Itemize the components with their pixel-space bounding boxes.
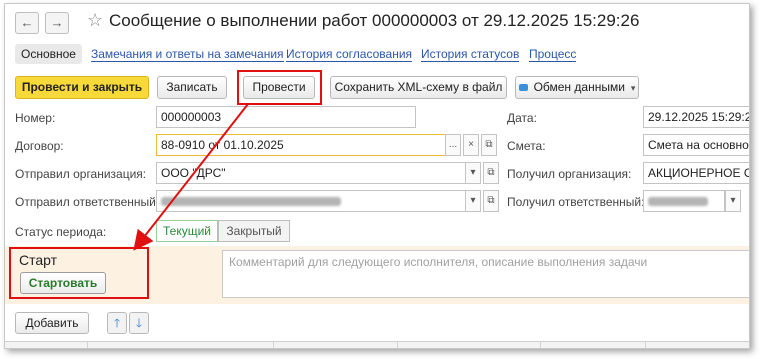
table-header	[5, 341, 749, 348]
table-column-divider	[273, 342, 274, 348]
write-button[interactable]: Записать	[157, 76, 227, 99]
redacted-name	[161, 197, 341, 207]
sender-responsible-dropdown-icon[interactable]: ▾	[465, 190, 481, 212]
sender-org-label: Отправил организация:	[15, 167, 147, 181]
contract-select-button[interactable]: ...	[445, 134, 461, 156]
estimate-label: Смета:	[507, 139, 546, 153]
contract-label: Договор:	[15, 139, 64, 153]
arrow-down-icon: 🡓	[135, 316, 143, 330]
data-exchange-label: Обмен данными	[533, 80, 625, 94]
sender-org-field[interactable]: ООО "ДРС"	[156, 162, 466, 184]
data-exchange-button[interactable]: Обмен данными ▾	[515, 76, 639, 99]
recipient-responsible-label: Получил ответственный:	[507, 195, 645, 209]
number-label: Номер:	[15, 111, 56, 125]
table-column-divider	[540, 342, 541, 348]
document-window: ← → ☆ Сообщение о выполнении работ 00000…	[4, 3, 750, 349]
contract-open-icon[interactable]: ⧉	[481, 134, 497, 156]
sender-responsible-field[interactable]	[156, 190, 466, 212]
number-field[interactable]: 000000003	[156, 106, 416, 128]
back-button[interactable]: ←	[15, 12, 39, 34]
redacted-name	[648, 197, 708, 207]
comment-field[interactable]: Комментарий для следующего исполнителя, …	[222, 250, 749, 298]
move-up-button[interactable]: 🡑	[107, 312, 127, 334]
period-current-toggle[interactable]: Текущий	[156, 220, 218, 242]
contract-field[interactable]: 88-0910 от 01.10.2025	[156, 134, 446, 156]
date-field[interactable]: 29.12.2025 15:29:26	[643, 106, 749, 128]
add-row-button[interactable]: Добавить	[15, 312, 89, 334]
favorite-star-icon[interactable]: ☆	[87, 10, 103, 31]
tab-main[interactable]: Основное	[15, 44, 82, 64]
recipient-responsible-field[interactable]	[643, 190, 725, 212]
tab-process[interactable]: Процесс	[529, 47, 577, 62]
chevron-down-icon: ▾	[630, 83, 636, 93]
recipient-org-label: Получил организация:	[507, 167, 632, 181]
tab-approval-history[interactable]: История согласования	[286, 47, 413, 62]
table-column-divider	[397, 342, 398, 348]
arrow-left-icon: ←	[20, 15, 34, 30]
forward-button[interactable]: →	[45, 12, 69, 34]
tab-status-history[interactable]: История статусов	[421, 47, 520, 62]
estimate-field[interactable]: Смета на основной р	[643, 134, 749, 156]
move-down-button[interactable]: 🡓	[129, 312, 149, 334]
period-status-label: Статус периода:	[15, 225, 107, 239]
period-closed-toggle[interactable]: Закрытый	[218, 220, 290, 242]
sender-org-open-icon[interactable]: ⧉	[483, 162, 499, 184]
sender-responsible-open-icon[interactable]: ⧉	[483, 190, 499, 212]
tab-remarks[interactable]: Замечания и ответы на замечания	[91, 47, 284, 62]
arrow-up-icon: 🡑	[113, 316, 121, 330]
post-and-close-button[interactable]: Провести и закрыть	[15, 76, 149, 99]
arrow-right-icon: →	[50, 15, 64, 30]
sender-responsible-label: Отправил ответственный:	[15, 195, 160, 209]
table-column-divider	[87, 342, 88, 348]
sender-org-dropdown-icon[interactable]: ▾	[465, 162, 481, 184]
recipient-responsible-dropdown-icon[interactable]: ▾	[725, 190, 741, 212]
annotation-highlight-start	[9, 247, 149, 299]
table-column-divider	[645, 342, 646, 348]
date-label: Дата:	[507, 111, 537, 125]
exchange-icon	[518, 84, 528, 92]
recipient-org-field[interactable]: АКЦИОНЕРНОЕ ОБЩ	[643, 162, 749, 184]
contract-clear-icon[interactable]: ×	[463, 134, 479, 156]
save-xml-schema-button[interactable]: Сохранить XML-схему в файл	[330, 76, 507, 99]
annotation-highlight-post	[237, 70, 322, 105]
page-title: Сообщение о выполнении работ 000000003 о…	[109, 11, 640, 30]
